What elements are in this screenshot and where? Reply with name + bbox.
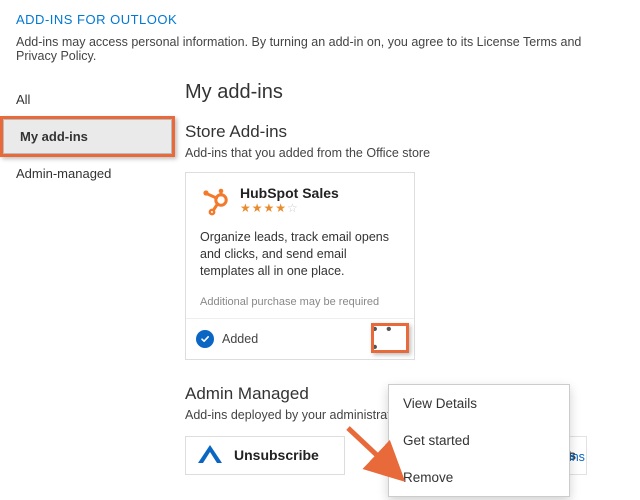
store-section-desc: Add-ins that you added from the Office s…	[185, 146, 630, 160]
sidebar-item-my-add-ins[interactable]: My add-ins	[3, 119, 172, 154]
menu-view-details[interactable]: View Details	[389, 385, 569, 422]
card-footer: Added • • •	[186, 318, 414, 359]
page-title: ADD-INS FOR OUTLOOK	[0, 0, 640, 31]
menu-get-started[interactable]: Get started	[389, 422, 569, 459]
addin-card-unsubscribe[interactable]: Unsubscribe	[185, 436, 345, 475]
check-icon	[196, 330, 214, 348]
card-title: HubSpot Sales	[240, 185, 339, 201]
menu-remove[interactable]: Remove	[389, 459, 569, 496]
stars-filled: ★★★★	[240, 201, 287, 215]
stars-empty: ☆	[287, 201, 299, 215]
card-header: HubSpot Sales ★★★★☆	[186, 173, 414, 223]
rating-stars: ★★★★☆	[240, 201, 339, 215]
more-options-button[interactable]: • • •	[372, 327, 404, 351]
addin-card-hubspot: HubSpot Sales ★★★★☆ Organize leads, trac…	[185, 172, 415, 360]
card-note: Additional purchase may be required	[186, 290, 414, 318]
card-description: Organize leads, track email opens and cl…	[186, 223, 414, 290]
card-status: Added	[196, 330, 258, 348]
store-section-title: Store Add-ins	[185, 122, 630, 142]
main-heading: My add-ins	[185, 81, 630, 104]
unsubscribe-icon	[196, 443, 224, 468]
sidebar: All My add-ins Admin-managed	[0, 77, 175, 475]
sidebar-item-admin-managed[interactable]: Admin-managed	[0, 157, 175, 190]
sidebar-item-all[interactable]: All	[0, 83, 175, 116]
context-menu: View Details Get started Remove	[388, 384, 570, 497]
page-subtitle: Add-ins may access personal information.…	[0, 31, 640, 77]
hubspot-icon	[198, 185, 232, 219]
status-label: Added	[222, 332, 258, 346]
unsubscribe-title: Unsubscribe	[234, 447, 319, 463]
sidebar-highlight: My add-ins	[0, 116, 175, 157]
